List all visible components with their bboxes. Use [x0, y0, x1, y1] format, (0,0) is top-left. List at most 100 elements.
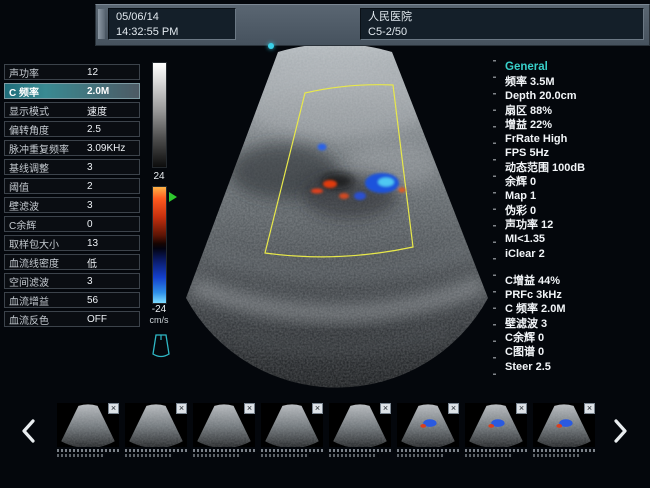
grayscale-bar — [152, 62, 167, 168]
param-row[interactable]: 血流线密度低 — [4, 254, 140, 270]
param-row[interactable]: 血流反色OFF — [4, 311, 140, 327]
close-icon[interactable]: × — [380, 403, 391, 414]
panel-title: General — [505, 60, 647, 75]
param-value: 3 — [87, 162, 93, 173]
close-icon[interactable]: × — [584, 403, 595, 414]
info-line: C 频率 2.0M — [505, 302, 647, 316]
datetime-panel: 05/06/14 14:32:55 PM — [108, 8, 236, 40]
thumbnail-caption — [329, 449, 391, 457]
close-icon[interactable]: × — [448, 403, 459, 414]
close-icon[interactable]: × — [244, 403, 255, 414]
body-mark-icon — [148, 331, 174, 361]
thumbnail-caption — [465, 449, 527, 457]
thumbnail-caption — [397, 449, 459, 457]
info-line: C图谱 0 — [505, 345, 647, 359]
close-icon[interactable]: × — [108, 403, 119, 414]
param-value: 13 — [87, 238, 98, 249]
param-row[interactable]: 显示模式速度 — [4, 102, 140, 118]
info-line: 余辉 0 — [505, 175, 647, 189]
thumbnail-caption — [533, 449, 595, 457]
param-label: 脉冲重复频率 — [9, 141, 87, 156]
info-line: MI<1.35 — [505, 232, 647, 246]
param-value: 12 — [87, 67, 98, 78]
ultrasound-image[interactable] — [178, 46, 498, 398]
param-label: 取样包大小 — [9, 236, 87, 251]
close-icon[interactable]: × — [176, 403, 187, 414]
thumbnail[interactable]: × — [397, 403, 459, 457]
velocity-unit: cm/s — [146, 315, 172, 325]
info-line: 增益 22% — [505, 118, 647, 132]
thumbnail[interactable]: × — [193, 403, 255, 457]
param-value: 2.5 — [87, 124, 101, 135]
info-line: Map 1 — [505, 189, 647, 203]
param-row[interactable]: 阈值2 — [4, 178, 140, 194]
date-text: 05/06/14 — [116, 10, 228, 25]
info-line: 频率 3.5M — [505, 75, 647, 89]
probe-info: C5-2/50 — [368, 25, 636, 40]
thumbnail[interactable]: × — [533, 403, 595, 457]
param-row[interactable]: 基线调整3 — [4, 159, 140, 175]
param-label: 壁滤波 — [9, 198, 87, 213]
info-line: 扇区 88% — [505, 104, 647, 118]
param-row[interactable]: 空间滤波3 — [4, 273, 140, 289]
param-value: OFF — [87, 314, 107, 325]
param-label: C余辉 — [9, 217, 87, 232]
chevron-right-icon — [613, 418, 629, 444]
thumbnail-strip: × × × — [57, 403, 603, 457]
header-grip — [98, 9, 105, 39]
focus-marker-icon[interactable] — [169, 192, 177, 202]
thumbnail[interactable]: × — [261, 403, 323, 457]
velocity-scale-max: 24 — [146, 171, 172, 182]
hospital-panel: 人民医院 C5-2/50 — [360, 8, 644, 40]
thumbnail-caption — [193, 449, 255, 457]
thumbnail[interactable]: × — [465, 403, 527, 457]
param-row[interactable]: 取样包大小13 — [4, 235, 140, 251]
velocity-scale-min: -24 — [146, 304, 172, 315]
info-line: FrRate High — [505, 132, 647, 146]
param-row[interactable]: 偏转角度2.5 — [4, 121, 140, 137]
param-row[interactable]: 脉冲重复频率3.09KHz — [4, 140, 140, 156]
param-row[interactable]: C余辉0 — [4, 216, 140, 232]
param-row[interactable]: C 频率2.0M — [4, 83, 140, 99]
hospital-name: 人民医院 — [368, 10, 636, 25]
thumbnail[interactable]: × — [125, 403, 187, 457]
color-doppler-bar — [152, 186, 167, 304]
param-label: 偏转角度 — [9, 122, 87, 137]
param-label: 空间滤波 — [9, 274, 87, 289]
param-row[interactable]: 血流增益56 — [4, 292, 140, 308]
info-line: 声功率 12 — [505, 218, 647, 232]
next-button[interactable] — [613, 418, 629, 449]
thumbnail-caption — [57, 449, 119, 457]
panel-gap — [505, 261, 647, 274]
param-value: 2 — [87, 181, 93, 192]
param-value: 速度 — [87, 103, 107, 118]
info-line: C增益 44% — [505, 274, 647, 288]
param-value: 0 — [87, 219, 93, 230]
close-icon[interactable]: × — [516, 403, 527, 414]
info-line: PRFc 3kHz — [505, 288, 647, 302]
param-value: 低 — [87, 255, 97, 270]
info-line: 伪彩 0 — [505, 204, 647, 218]
prev-button[interactable] — [20, 418, 36, 449]
thumbnail[interactable]: × — [329, 403, 391, 457]
param-row[interactable]: 壁滤波3 — [4, 197, 140, 213]
info-panel: General 频率 3.5M Depth 20.0cm 扇区 88% 增益 2… — [505, 60, 647, 374]
param-value: 3 — [87, 200, 93, 211]
header-bar: 05/06/14 14:32:55 PM 人民医院 C5-2/50 — [95, 4, 650, 46]
param-label: 血流增益 — [9, 293, 87, 308]
param-label: 声功率 — [9, 65, 87, 80]
param-label: 显示模式 — [9, 103, 87, 118]
info-line: FPS 5Hz — [505, 146, 647, 160]
param-value: 3 — [87, 276, 93, 287]
info-line: C余辉 0 — [505, 331, 647, 345]
param-row[interactable]: 声功率12 — [4, 64, 140, 80]
close-icon[interactable]: × — [312, 403, 323, 414]
param-label: 阈值 — [9, 179, 87, 194]
thumbnail[interactable]: × — [57, 403, 119, 457]
ultrasound-screen: 05/06/14 14:32:55 PM 人民医院 C5-2/50 声功率12 … — [0, 0, 650, 488]
time-text: 14:32:55 PM — [116, 25, 228, 40]
ultrasound-fan — [178, 46, 498, 398]
info-line: Steer 2.5 — [505, 360, 647, 374]
param-value: 2.0M — [87, 86, 109, 97]
param-value: 56 — [87, 295, 98, 306]
